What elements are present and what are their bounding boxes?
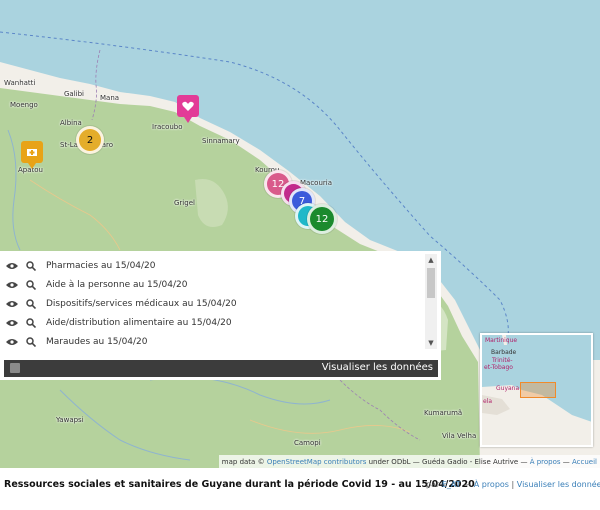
layer-item[interactable]: Pharmacies au 15/04/20: [6, 257, 156, 275]
cluster-marker[interactable]: 2: [76, 126, 104, 154]
attrib-sep: —: [562, 457, 570, 466]
attribution: map data © OpenStreetMap contributors un…: [218, 455, 600, 468]
minimap[interactable]: Martinique Barbade Trinité- et-Tobago Gu…: [480, 333, 593, 447]
eye-icon[interactable]: [6, 298, 18, 310]
table-icon: [10, 363, 20, 373]
hand-heart-icon[interactable]: [177, 95, 199, 123]
footer-by: par: [426, 480, 440, 489]
medical-icon[interactable]: [21, 141, 43, 169]
magnifier-icon[interactable]: [25, 336, 37, 348]
place-label: Mana: [100, 94, 120, 102]
scroll-thumb[interactable]: [427, 268, 435, 298]
visualize-data-label: Visualiser les données: [321, 362, 433, 373]
minimap-label: Martinique: [485, 337, 518, 344]
osm-link[interactable]: OpenStreetMap contributors: [267, 458, 367, 466]
place-label: Sinnamary: [202, 137, 240, 145]
place-label: Kumarumã: [424, 409, 463, 417]
place-label: Galibi: [64, 90, 84, 98]
place-label: Albina: [60, 119, 82, 127]
layer-item[interactable]: Dispositifs/services médicaux au 15/04/2…: [6, 295, 237, 313]
scroll-down-icon[interactable]: ▼: [425, 337, 437, 349]
accueil-link[interactable]: Accueil: [572, 458, 597, 466]
place-label: Macouria: [300, 179, 333, 187]
minimap-label: ela: [483, 398, 493, 405]
minimap-viewport[interactable]: [520, 382, 556, 398]
attrib-rest: under ODbL — Guéda Gadio - Elise Autrive…: [368, 457, 528, 466]
apropos-link[interactable]: À propos: [530, 458, 561, 466]
place-label: Vila Velha: [442, 432, 477, 440]
footer-viz-link[interactable]: Visualiser les données: [517, 480, 600, 489]
eye-icon[interactable]: [6, 317, 18, 329]
footer-apropos-link[interactable]: À propos: [474, 480, 509, 489]
layer-label: Aide à la personne au 15/04/20: [46, 280, 188, 290]
place-label: Iracoubo: [152, 123, 183, 131]
place-label: Camopi: [294, 439, 321, 447]
footer-meta: par E_AT — À propos | Visualiser les don…: [426, 480, 600, 489]
eye-icon[interactable]: [6, 336, 18, 348]
attrib-prefix: map data ©: [221, 457, 265, 466]
minimap-label: Guyana: [496, 385, 520, 392]
map-canvas[interactable]: Wanhatti Moengo Galibi Mana Albina St-La…: [0, 0, 600, 468]
author-link[interactable]: E_AT: [442, 480, 461, 489]
footer-dash: —: [463, 480, 472, 489]
footer-pipe: |: [511, 480, 515, 489]
eye-icon[interactable]: [6, 260, 18, 272]
layer-label: Pharmacies au 15/04/20: [46, 261, 156, 271]
magnifier-icon[interactable]: [25, 279, 37, 291]
magnifier-icon[interactable]: [25, 317, 37, 329]
minimap-label: Trinité-: [492, 357, 513, 364]
layer-item[interactable]: Aide à la personne au 15/04/20: [6, 276, 187, 294]
eye-icon[interactable]: [6, 279, 18, 291]
layer-label: Dispositifs/services médicaux au 15/04/2…: [46, 299, 237, 309]
map-title: Ressources sociales et sanitaires de Guy…: [4, 479, 475, 490]
layer-item[interactable]: Aide/distribution alimentaire au 15/04/2…: [6, 314, 232, 332]
layer-label: Maraudes au 15/04/20: [46, 337, 148, 347]
visualize-data-button[interactable]: Visualiser les données: [4, 360, 438, 377]
place-label: Yawapsi: [56, 416, 84, 424]
minimap-label: et-Tobago: [484, 364, 513, 371]
place-label: Grigel: [174, 199, 195, 207]
cluster-marker[interactable]: 12: [307, 204, 337, 234]
footer: Ressources sociales et sanitaires de Guy…: [0, 468, 600, 510]
magnifier-icon[interactable]: [25, 298, 37, 310]
layer-item[interactable]: Maraudes au 15/04/20: [6, 333, 148, 351]
layer-label: Aide/distribution alimentaire au 15/04/2…: [46, 318, 232, 328]
place-label: Moengo: [10, 101, 38, 109]
scroll-up-icon[interactable]: ▲: [425, 254, 437, 266]
minimap-label: Barbade: [491, 349, 517, 356]
place-label: Wanhatti: [4, 79, 36, 87]
magnifier-icon[interactable]: [25, 260, 37, 272]
layers-scrollbar[interactable]: ▲ ▼: [425, 254, 437, 349]
